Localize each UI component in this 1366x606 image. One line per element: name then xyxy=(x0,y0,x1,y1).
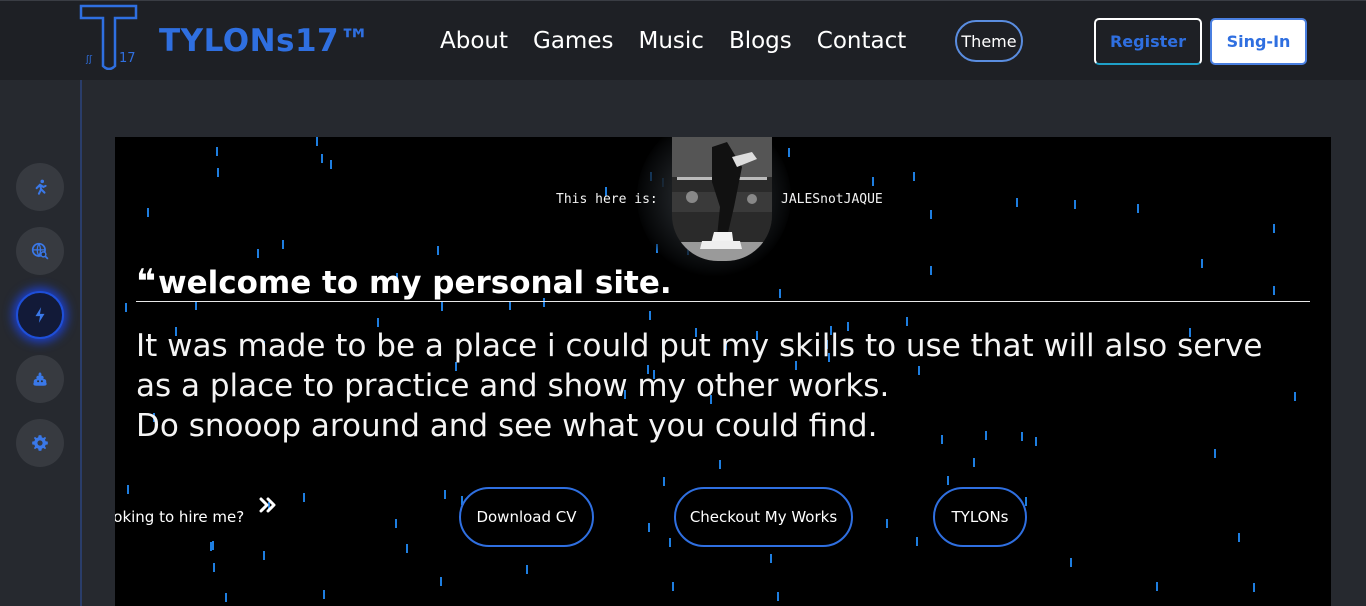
rain-drop xyxy=(886,519,888,528)
sidebar-button-explore[interactable] xyxy=(16,227,64,275)
download-cv-button[interactable]: Download CV xyxy=(459,487,594,547)
welcome-heading-text: welcome to my personal site. xyxy=(157,265,672,301)
rain-drop xyxy=(777,592,779,601)
rain-drop xyxy=(323,590,325,599)
rain-drop xyxy=(125,303,127,312)
logo-small-right: 17 xyxy=(119,51,136,66)
welcome-heading: ❝welcome to my personal site. xyxy=(136,263,1310,302)
rain-drop xyxy=(1273,224,1275,233)
lightning-icon xyxy=(35,307,45,323)
checkout-works-button[interactable]: Checkout My Works xyxy=(674,487,853,547)
rain-drop xyxy=(210,542,212,551)
hero-panel: This here is: JALESnotJAQUE ❝welcome to … xyxy=(115,137,1331,606)
rain-drop xyxy=(216,147,218,156)
rain-drop xyxy=(1025,497,1027,506)
rain-drop xyxy=(1137,204,1139,213)
rain-drop xyxy=(321,154,323,163)
rain-drop xyxy=(263,551,265,560)
rain-drop xyxy=(257,249,259,258)
rain-drop xyxy=(441,302,443,311)
rain-drop xyxy=(1253,583,1255,592)
sidebar-button-power[interactable] xyxy=(16,291,64,339)
rain-drop xyxy=(669,538,671,547)
rain-drop xyxy=(212,541,214,550)
rain-drop xyxy=(913,172,915,181)
rain-drop xyxy=(395,519,397,528)
rain-drop xyxy=(649,311,651,320)
rain-drop xyxy=(1074,200,1076,209)
rain-drop xyxy=(217,168,219,177)
hire-label: Looking to hire me? xyxy=(115,508,245,526)
sidebar-button-activity[interactable] xyxy=(16,163,64,211)
sidebar-divider xyxy=(80,80,82,606)
rain-drop xyxy=(437,246,439,255)
avatar xyxy=(672,137,772,261)
theme-toggle-button[interactable]: Theme xyxy=(955,20,1023,62)
rain-drop xyxy=(406,544,408,553)
description-line: Do snooop around and see what you could … xyxy=(136,408,878,444)
rain-drop xyxy=(719,460,721,469)
rain-drop xyxy=(1016,198,1018,207)
poo-icon xyxy=(33,372,47,386)
main-nav: About Games Music Blogs Contact xyxy=(440,27,931,55)
nav-games[interactable]: Games xyxy=(533,27,613,55)
gear-icon xyxy=(32,435,48,451)
rain-drop xyxy=(444,490,446,499)
rain-drop xyxy=(1238,533,1240,542)
running-person-icon xyxy=(35,179,47,195)
rain-drop xyxy=(127,485,129,494)
rain-drop xyxy=(663,477,665,486)
rain-drop xyxy=(195,301,197,310)
brand-name[interactable]: TYLONs17™ xyxy=(159,23,371,59)
nav-contact[interactable]: Contact xyxy=(817,27,906,55)
rain-drop xyxy=(440,577,442,586)
quote-mark-icon: ❝ xyxy=(136,262,156,302)
rain-drop xyxy=(648,523,650,532)
tylons-button[interactable]: TYLONs xyxy=(933,487,1027,547)
top-navbar: ʃʃ 17 TYLONs17™ About Games Music Blogs … xyxy=(0,0,1366,80)
nav-music[interactable]: Music xyxy=(638,27,703,55)
rain-drop xyxy=(1156,582,1158,591)
description-line: as a place to practice and show my other… xyxy=(136,368,890,404)
logo-small-left: ʃʃ xyxy=(85,55,93,65)
rain-drop xyxy=(316,137,318,146)
intro-description: It was made to be a place i could put my… xyxy=(136,326,1316,446)
rain-drop xyxy=(1070,558,1072,567)
sidebar-button-settings[interactable] xyxy=(16,419,64,467)
sidebar-button-fun[interactable] xyxy=(16,355,64,403)
rain-drop xyxy=(213,563,215,572)
nav-about[interactable]: About xyxy=(440,27,508,55)
rain-drop xyxy=(1214,449,1216,458)
rain-drop xyxy=(330,160,332,169)
description-line: It was made to be a place i could put my… xyxy=(136,328,1263,364)
rain-drop xyxy=(770,554,772,563)
rain-drop xyxy=(526,565,528,574)
globe-search-icon xyxy=(31,242,49,260)
rain-drop xyxy=(788,148,790,157)
signin-button[interactable]: Sing-In xyxy=(1210,18,1307,65)
rain-drop xyxy=(225,593,227,602)
intro-right-text: JALESnotJAQUE xyxy=(781,192,883,207)
rain-drop xyxy=(973,458,975,467)
rain-drop xyxy=(509,301,511,310)
rain-drop xyxy=(906,317,908,326)
rain-drop xyxy=(930,210,932,219)
rain-drop xyxy=(947,476,949,485)
rain-drop xyxy=(916,537,918,546)
rain-drop xyxy=(303,493,305,502)
nav-blogs[interactable]: Blogs xyxy=(729,27,792,55)
intro-left-text: This here is: xyxy=(556,192,658,207)
rain-drop xyxy=(672,582,674,591)
site-logo[interactable]: ʃʃ 17 xyxy=(78,2,140,70)
double-chevron-right-icon xyxy=(259,497,276,513)
rain-drop xyxy=(872,177,874,186)
rain-drop xyxy=(147,208,149,217)
register-button[interactable]: Register xyxy=(1094,18,1202,65)
rain-drop xyxy=(282,240,284,249)
